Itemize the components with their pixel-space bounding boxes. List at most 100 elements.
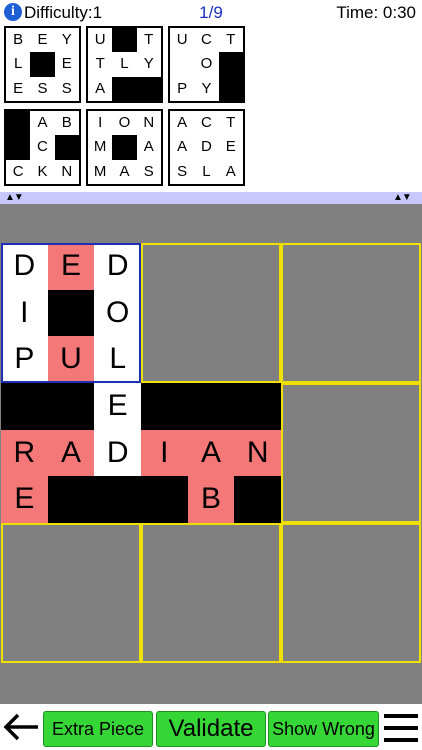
tray-piece-cell: M: [93, 162, 107, 180]
board-letter-cell: [47, 383, 95, 430]
footer-toolbar: Extra Piece Validate Show Wrong: [0, 704, 422, 750]
board-letter-cell: B: [187, 476, 235, 523]
tray-piece-cell: O: [118, 114, 131, 131]
board-letter-cell: E: [47, 243, 95, 290]
board-letter-cell: [234, 383, 281, 430]
board-letter-cell: [141, 476, 188, 523]
tray-piece-cell: T: [95, 55, 105, 73]
tray-piece-cell: S: [177, 162, 188, 180]
tray-piece-cell: S: [61, 79, 72, 97]
tray-piece-cell: N: [61, 162, 73, 180]
placed-piece[interactable]: IANB: [141, 383, 281, 523]
tray-piece-cell: P: [177, 79, 188, 97]
show-wrong-button[interactable]: Show Wrong: [268, 711, 379, 747]
tray-piece[interactable]: BEYLEESS: [4, 26, 81, 103]
board-letter-cell: D: [94, 243, 141, 290]
board-letter-cell: U: [47, 336, 95, 383]
tray-piece-cell: [218, 52, 243, 77]
board-letter-cell: N: [234, 429, 281, 477]
tray-piece-cell: K: [37, 162, 48, 180]
board-slot[interactable]: [141, 523, 281, 663]
board-letter-cell: [1, 383, 48, 430]
tray-piece-cell: Y: [61, 31, 72, 48]
tray-piece-cell: C: [12, 162, 24, 180]
tray-piece-cell: T: [226, 114, 236, 131]
board-letter-cell: D: [1, 243, 48, 290]
tray-divider-strip[interactable]: [0, 192, 422, 204]
board-slot[interactable]: [281, 523, 421, 663]
tray-piece-cell: L: [120, 55, 129, 73]
tray-piece-cell: S: [143, 162, 154, 180]
board-letter-cell: D: [94, 429, 141, 477]
scroll-arrows-left-icon[interactable]: ▲▼: [5, 192, 24, 204]
tray-piece[interactable]: ABCCKN: [4, 109, 81, 186]
board-slot[interactable]: [281, 383, 421, 523]
board-letter-cell: [141, 383, 188, 430]
tray-piece[interactable]: IONMAMAS: [86, 109, 163, 186]
tray-piece-cell: B: [61, 114, 72, 131]
tray-piece[interactable]: ACTADESLA: [168, 109, 245, 186]
tray-piece-cell: A: [37, 114, 48, 131]
tray-piece-cell: Y: [143, 55, 154, 73]
tray-piece-cell: [170, 52, 194, 76]
tray-piece-cell: [112, 76, 137, 101]
tray-piece-cell: A: [143, 138, 154, 156]
board-letter-cell: [47, 289, 95, 337]
tray-piece-cell: E: [225, 138, 236, 156]
tray-piece-cell: [136, 76, 161, 101]
tray-piece-cell: [30, 52, 55, 77]
tray-piece-cell: D: [201, 138, 212, 156]
board-letter-cell: L: [94, 336, 141, 383]
puzzle-board: DEDIOPULERADEIANB: [0, 204, 422, 704]
board-letter-cell: I: [1, 289, 48, 337]
board-letter-cell: O: [94, 289, 141, 337]
board-letter-cell: P: [1, 336, 48, 383]
tray-piece-cell: L: [202, 162, 211, 180]
tray-piece-cell: [112, 28, 137, 53]
tray-piece-cell: E: [13, 79, 24, 97]
tray-piece-cell: C: [201, 114, 212, 131]
board-letter-cell: A: [187, 429, 235, 477]
board-letter-cell: [94, 476, 141, 523]
tray-piece-cell: A: [119, 162, 130, 180]
board-letter-cell: R: [1, 429, 48, 477]
tray-piece-cell: L: [13, 55, 23, 73]
tray-piece-cell: [112, 135, 137, 160]
tray-piece-cell: E: [37, 31, 48, 48]
extra-piece-button[interactable]: Extra Piece: [43, 711, 153, 747]
arrow-left-icon[interactable]: [2, 710, 40, 744]
tray-piece-cell: S: [37, 79, 48, 97]
board-letter-cell: E: [1, 476, 48, 523]
scroll-arrows-right-icon[interactable]: ▲▼: [393, 192, 412, 204]
tray-piece-cell: C: [37, 138, 48, 156]
board-slot[interactable]: [141, 243, 281, 383]
placed-piece[interactable]: DEDIOPUL: [1, 243, 141, 383]
tray-piece-cell: M: [93, 138, 107, 156]
header-bar: i Difficulty:1 1/9 Time: 0:30: [0, 0, 422, 26]
validate-button[interactable]: Validate: [156, 711, 266, 747]
placed-piece[interactable]: ERADE: [1, 383, 141, 523]
tray-piece-cell: B: [13, 31, 24, 48]
board-letter-cell: [47, 476, 95, 523]
tray-piece-cell: [54, 135, 79, 160]
hamburger-menu-icon[interactable]: [384, 714, 418, 744]
tray-piece[interactable]: UTTLYA: [86, 26, 163, 103]
tray-piece-cell: [218, 76, 243, 101]
tray-piece-cell: T: [144, 31, 154, 48]
tray-piece-cell: U: [176, 31, 188, 48]
tray-piece-cell: Y: [201, 79, 212, 97]
tray-piece-cell: [6, 135, 31, 160]
tray-piece-cell: T: [226, 31, 236, 48]
tray-piece-cell: O: [200, 55, 213, 73]
tray-piece-cell: A: [177, 138, 188, 156]
board-letter-cell: I: [141, 429, 188, 477]
tray-piece[interactable]: UCTOPY: [168, 26, 245, 103]
board-slot[interactable]: [1, 523, 141, 663]
tray-piece-cell: [6, 111, 31, 136]
tray-piece-cell: U: [94, 31, 106, 48]
board-letter-cell: [234, 476, 281, 523]
tray-piece-cell: C: [201, 31, 212, 48]
tray-piece-cell: A: [225, 162, 236, 180]
board-slot[interactable]: [281, 243, 421, 383]
board-letter-cell: A: [47, 429, 95, 477]
